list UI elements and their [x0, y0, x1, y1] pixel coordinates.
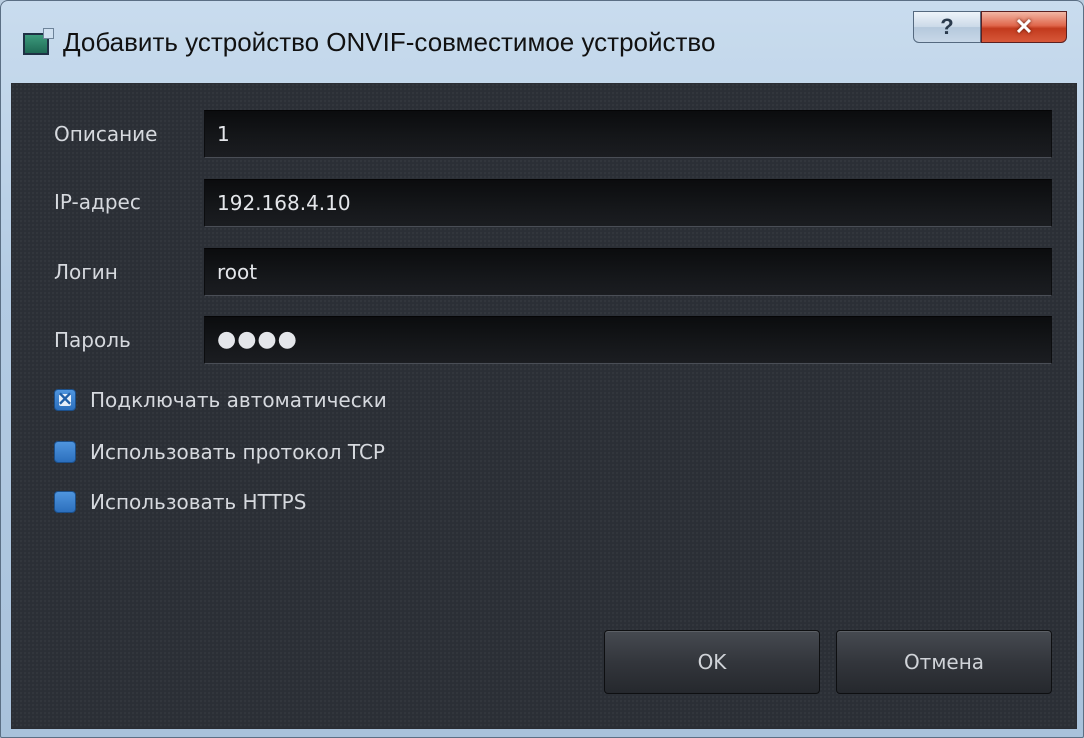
dialog-body: Описание IP-адрес Логин Пароль ●●●● Подк…: [11, 83, 1077, 729]
auto-connect-checkbox-row[interactable]: Подключать автоматически: [54, 386, 387, 414]
app-icon: [23, 28, 54, 55]
login-label: Логин: [54, 260, 118, 284]
use-tcp-label: Использовать протокол TCP: [90, 440, 385, 464]
use-tcp-checkbox[interactable]: [54, 441, 76, 463]
auto-connect-label: Подключать автоматически: [90, 388, 387, 412]
ip-address-label: IP-адрес: [54, 190, 141, 214]
use-tcp-checkbox-row[interactable]: Использовать протокол TCP: [54, 438, 385, 466]
title-bar: Добавить устройство ONVIF-совместимое ус…: [1, 1, 1083, 81]
description-input[interactable]: [204, 110, 1052, 158]
cancel-button[interactable]: Отмена: [836, 630, 1052, 694]
close-button[interactable]: ✕: [981, 11, 1067, 43]
ok-button[interactable]: OK: [604, 630, 820, 694]
password-label: Пароль: [54, 328, 131, 352]
ip-address-input[interactable]: [204, 179, 1052, 227]
auto-connect-checkbox[interactable]: [54, 386, 76, 411]
description-label: Описание: [54, 122, 158, 146]
dialog-window: Добавить устройство ONVIF-совместимое ус…: [0, 0, 1084, 738]
use-https-checkbox-row[interactable]: Использовать HTTPS: [54, 488, 306, 516]
use-https-label: Использовать HTTPS: [90, 490, 307, 514]
login-input[interactable]: [204, 248, 1052, 296]
password-input[interactable]: ●●●●: [204, 316, 1052, 364]
help-button[interactable]: ?: [913, 11, 981, 43]
use-https-checkbox[interactable]: [54, 491, 76, 513]
window-title: Добавить устройство ONVIF-совместимое ус…: [63, 27, 716, 57]
